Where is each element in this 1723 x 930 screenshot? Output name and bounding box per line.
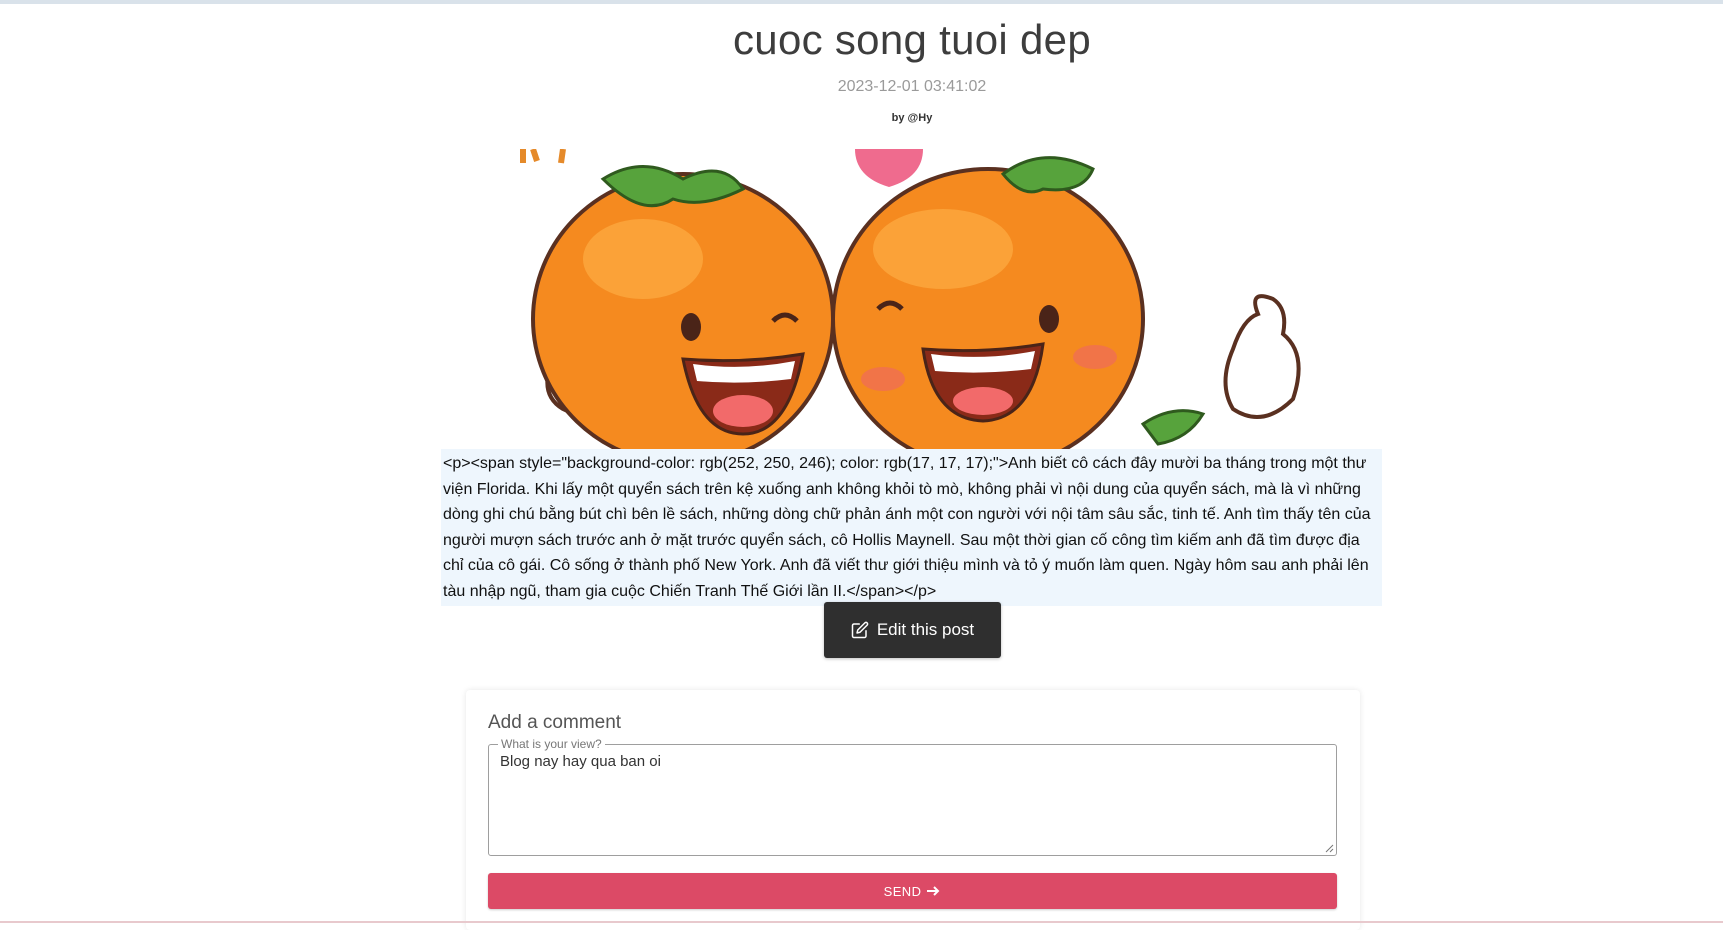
page: cuoc song tuoi dep 2023-12-01 03:41:02 b…	[0, 0, 1723, 930]
post-author: by @Hy	[891, 112, 933, 124]
arrow-right-icon	[927, 884, 941, 899]
comment-heading: Add a comment	[488, 712, 622, 733]
edit-icon	[851, 621, 869, 639]
post-body: <p><span style="background-color: rgb(25…	[441, 449, 1382, 606]
resize-handle-icon[interactable]	[1325, 844, 1334, 853]
oranges-cartoon-image	[520, 149, 1301, 449]
post-image	[443, 149, 1336, 449]
edit-post-label: Edit this post	[876, 620, 975, 639]
comment-textarea[interactable]: What is your view? Blog nay hay qua ban …	[488, 737, 1337, 856]
edit-post-button[interactable]: Edit this post	[824, 602, 1001, 658]
comment-text-value[interactable]: Blog nay hay qua ban oi	[500, 753, 1320, 770]
comment-card: Add a comment What is your view? Blog na…	[466, 690, 1360, 930]
send-button[interactable]: SEND	[488, 873, 1337, 909]
post-title: cuoc song tuoi dep	[733, 16, 1091, 63]
top-border	[0, 0, 1723, 4]
send-label: SEND	[883, 883, 922, 899]
post-date: 2023-12-01 03:41:02	[837, 78, 987, 95]
comment-field-label: What is your view?	[498, 737, 605, 751]
